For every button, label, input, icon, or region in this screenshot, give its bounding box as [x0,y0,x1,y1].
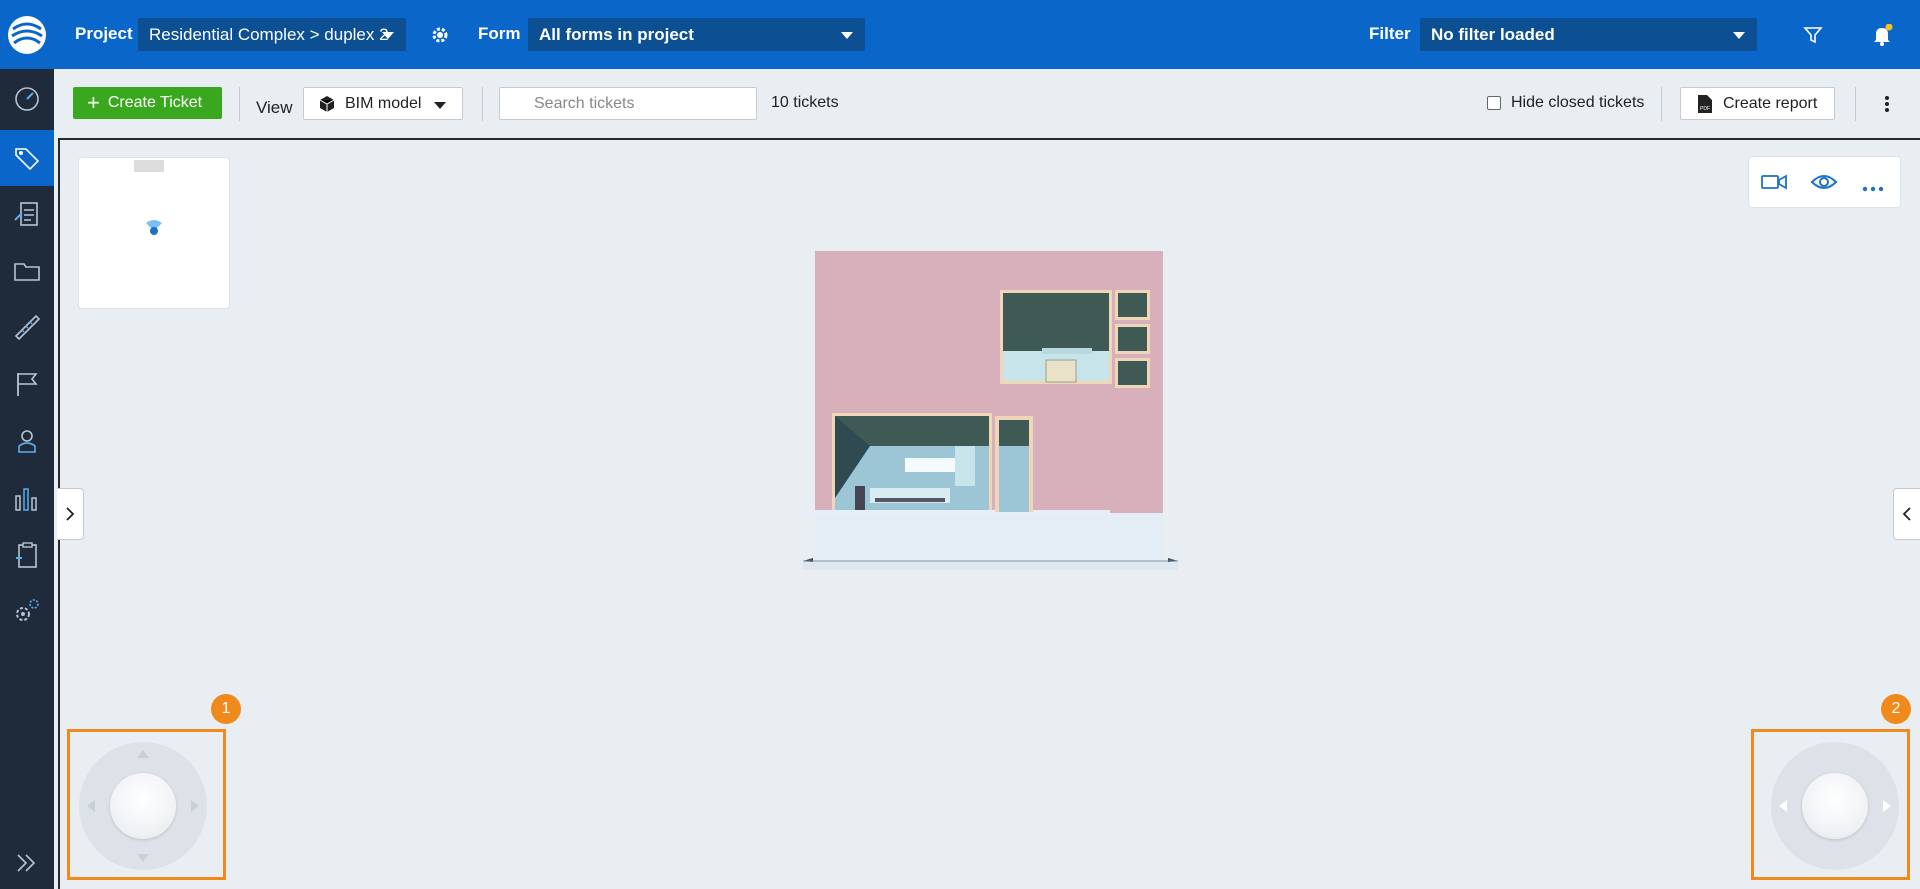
sidebar-item-contacts[interactable] [0,413,54,469]
search-tickets-input[interactable] [499,87,757,120]
svg-text:PDF: PDF [1700,106,1710,112]
sidebar-item-documents[interactable] [0,243,54,299]
expand-right-panel-button[interactable] [1893,488,1920,540]
joystick-knob[interactable] [1802,773,1868,839]
sidebar [0,69,54,889]
camera-position-icon [146,220,162,235]
notifications-bell-icon[interactable] [1869,22,1895,48]
divider [1855,87,1856,121]
more-horizontal-icon[interactable] [1862,179,1884,197]
double-chevron-right-icon [17,854,36,872]
measure-ruler-icon [14,314,41,341]
tickets-toolbar: + Create Ticket View BIM model 10 ticket… [54,69,1920,137]
project-select-value: Residential Complex > duplex 2 [149,24,389,44]
project-select[interactable]: Residential Complex > duplex 2 [138,18,406,51]
forms-document-icon [14,202,38,226]
look-joystick-pad[interactable] [1771,742,1899,870]
cube-icon [319,95,335,112]
sidebar-item-checklists[interactable] [0,527,54,583]
project-label: Project [75,24,133,43]
chevron-right-icon [66,507,75,521]
divider [1661,87,1662,121]
eye-icon[interactable] [1810,170,1838,199]
clipboard-icon [16,542,37,568]
move-joystick-pad[interactable] [79,742,207,870]
video-camera-icon[interactable] [1761,171,1787,198]
settings-gears-icon [16,599,39,621]
app-logo[interactable] [0,0,54,69]
minimap-plan-shape [134,160,164,172]
view-label: View [256,98,293,117]
filter-label: Filter [1369,24,1411,43]
chevron-down-icon [1733,32,1745,39]
filter-select-value: No filter loaded [1431,24,1555,44]
flag-icon [17,373,38,396]
create-ticket-button[interactable]: + Create Ticket [73,87,222,119]
form-select-value: All forms in project [539,24,694,44]
chevron-down-icon [841,32,853,39]
create-report-button[interactable]: PDF Create report [1680,87,1835,120]
bar-chart-icon [15,488,37,511]
view-mode-value: BIM model [345,94,422,112]
sidebar-item-settings[interactable] [0,583,54,639]
pdf-file-icon: PDF [1698,94,1712,113]
hide-closed-tickets-toggle[interactable]: Hide closed tickets [1487,94,1644,112]
step-badge-2: 2 [1881,694,1911,724]
bim-model-render [800,251,1178,570]
sidebar-item-forms[interactable] [0,187,54,243]
plus-icon: + [87,90,100,115]
sidebar-item-reports[interactable] [0,471,54,527]
chevron-down-icon [434,102,446,109]
tags-icon [15,148,40,171]
ticket-count: 10 tickets [771,94,839,111]
form-select[interactable]: All forms in project [528,18,865,51]
minimap[interactable] [78,157,230,309]
form-label: Form [478,24,521,43]
view-mode-select[interactable]: BIM model [303,87,463,120]
project-settings-gear-icon[interactable] [427,22,453,48]
create-ticket-label: Create Ticket [107,94,203,111]
more-vertical-icon[interactable] [1877,91,1897,117]
viewer-tools-panel [1748,156,1901,208]
divider [482,87,483,121]
folder-icon [14,263,40,281]
sidebar-item-dashboard[interactable] [0,71,54,127]
dashboard-gauge-icon [15,87,39,111]
joystick-knob[interactable] [110,773,176,839]
app-logo-icon [8,15,46,54]
expand-left-panel-button[interactable] [57,488,84,540]
step-badge-1: 1 [211,694,241,724]
chevron-left-icon [1902,507,1911,521]
chevron-down-icon [382,32,394,39]
top-bar: Project Residential Complex > duplex 2 F… [0,0,1920,69]
filter-select[interactable]: No filter loaded [1420,18,1757,51]
sidebar-expand-button[interactable] [0,835,54,889]
create-report-label: Create report [1723,94,1818,112]
hide-closed-checkbox[interactable] [1487,96,1501,110]
user-contacts-icon [18,430,36,453]
hide-closed-label: Hide closed tickets [1511,94,1645,111]
divider [239,87,240,121]
filter-funnel-icon[interactable] [1800,22,1826,48]
sidebar-item-milestones[interactable] [0,356,54,412]
sidebar-item-measure[interactable] [0,299,54,355]
sidebar-item-tickets[interactable] [0,130,54,186]
